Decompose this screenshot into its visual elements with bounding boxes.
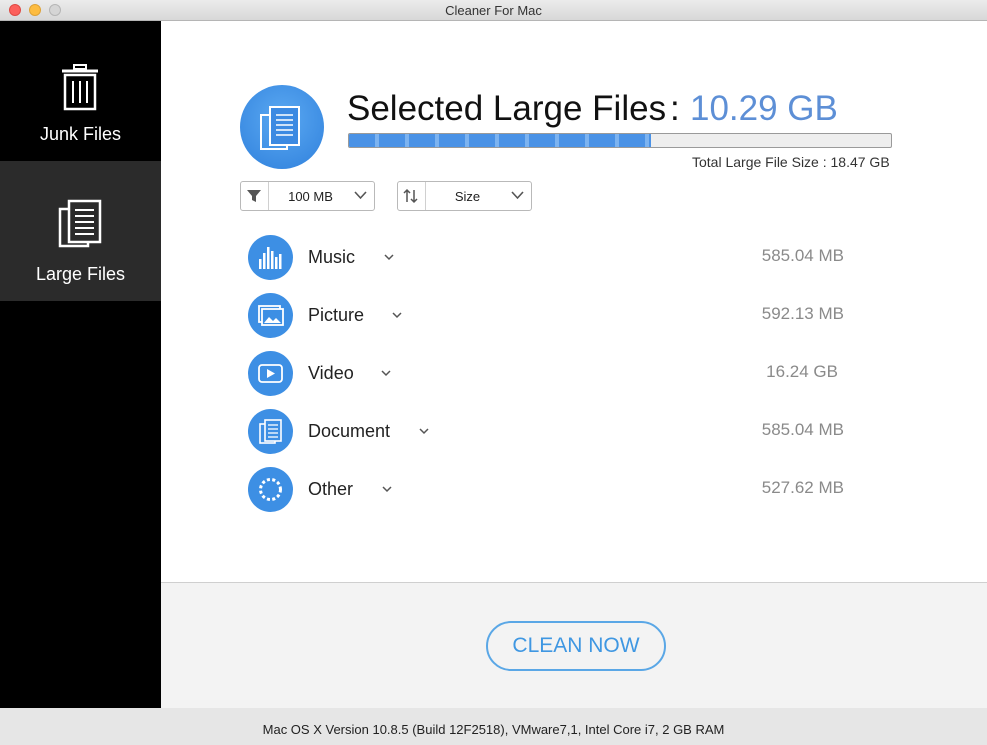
total-large-file-size: Total Large File Size : 18.47 GB xyxy=(692,154,890,170)
picture-icon xyxy=(258,305,284,326)
category-row-document[interactable]: Document 585.04 MB xyxy=(248,409,868,455)
title-bar: Cleaner For Mac xyxy=(0,0,987,21)
window-title: Cleaner For Mac xyxy=(445,3,542,18)
main-panel: Selected Large Files : 10.29 GB Total La… xyxy=(161,21,987,582)
category-label: Document xyxy=(308,421,391,441)
chevron-down-icon xyxy=(354,191,367,200)
trash-icon xyxy=(62,64,98,111)
category-size: 585.04 MB xyxy=(761,420,844,439)
category-row-picture[interactable]: Picture 592.13 MB xyxy=(248,293,868,339)
category-row-other[interactable]: Other 527.62 MB xyxy=(248,467,868,513)
category-size: 585.04 MB xyxy=(761,246,844,265)
sort-value: Size xyxy=(454,189,481,204)
sidebar-item-label: Junk Files xyxy=(39,124,122,144)
chevron-down-icon[interactable] xyxy=(381,370,391,377)
sidebar-item-label: Large Files xyxy=(35,264,126,284)
chevron-down-icon[interactable] xyxy=(382,486,392,493)
category-label: Picture xyxy=(308,305,365,325)
filter-icon xyxy=(247,190,261,202)
category-label: Other xyxy=(308,479,354,499)
clean-now-button[interactable]: CLEAN NOW xyxy=(486,621,666,671)
category-label: Music xyxy=(308,247,356,267)
progress-fill xyxy=(349,134,651,147)
size-filter-dropdown[interactable]: 100 MB xyxy=(240,181,375,211)
page-title: Selected Large Files xyxy=(347,89,667,128)
document-icon xyxy=(260,106,300,150)
document-icon xyxy=(58,199,102,248)
sidebar-item-large-files[interactable]: Large Files xyxy=(0,161,161,301)
chevron-down-icon[interactable] xyxy=(392,312,402,319)
sort-dropdown[interactable]: Size xyxy=(397,181,532,211)
sort-icon xyxy=(403,188,418,204)
sidebar-item-junk-files[interactable]: Junk Files xyxy=(0,21,161,161)
category-size: 592.13 MB xyxy=(761,304,844,323)
chevron-down-icon[interactable] xyxy=(419,428,429,435)
category-size: 527.62 MB xyxy=(761,478,844,497)
category-row-music[interactable]: Music 585.04 MB xyxy=(248,235,868,281)
chevron-down-icon[interactable] xyxy=(384,254,394,261)
selected-size-value: 10.29 GB xyxy=(690,89,838,128)
system-info-text: Mac OS X Version 10.8.5 (Build 12F2518),… xyxy=(262,722,725,737)
sidebar: Junk Files Large Files xyxy=(0,21,161,708)
category-size: 16.24 GB xyxy=(766,362,838,381)
large-files-hero-icon xyxy=(240,85,324,169)
action-area: CLEAN NOW xyxy=(161,582,987,708)
chevron-down-icon xyxy=(511,191,524,200)
other-icon xyxy=(259,478,282,501)
status-bar: Mac OS X Version 10.8.5 (Build 12F2518),… xyxy=(0,708,987,745)
document-icon xyxy=(259,419,282,444)
category-row-video[interactable]: Video 16.24 GB xyxy=(248,351,868,397)
music-icon xyxy=(259,247,282,269)
video-icon xyxy=(258,364,283,383)
title-separator: : xyxy=(670,89,680,128)
size-filter-value: 100 MB xyxy=(288,189,333,204)
selected-size-progress-bar xyxy=(348,133,892,148)
category-label: Video xyxy=(308,363,354,383)
